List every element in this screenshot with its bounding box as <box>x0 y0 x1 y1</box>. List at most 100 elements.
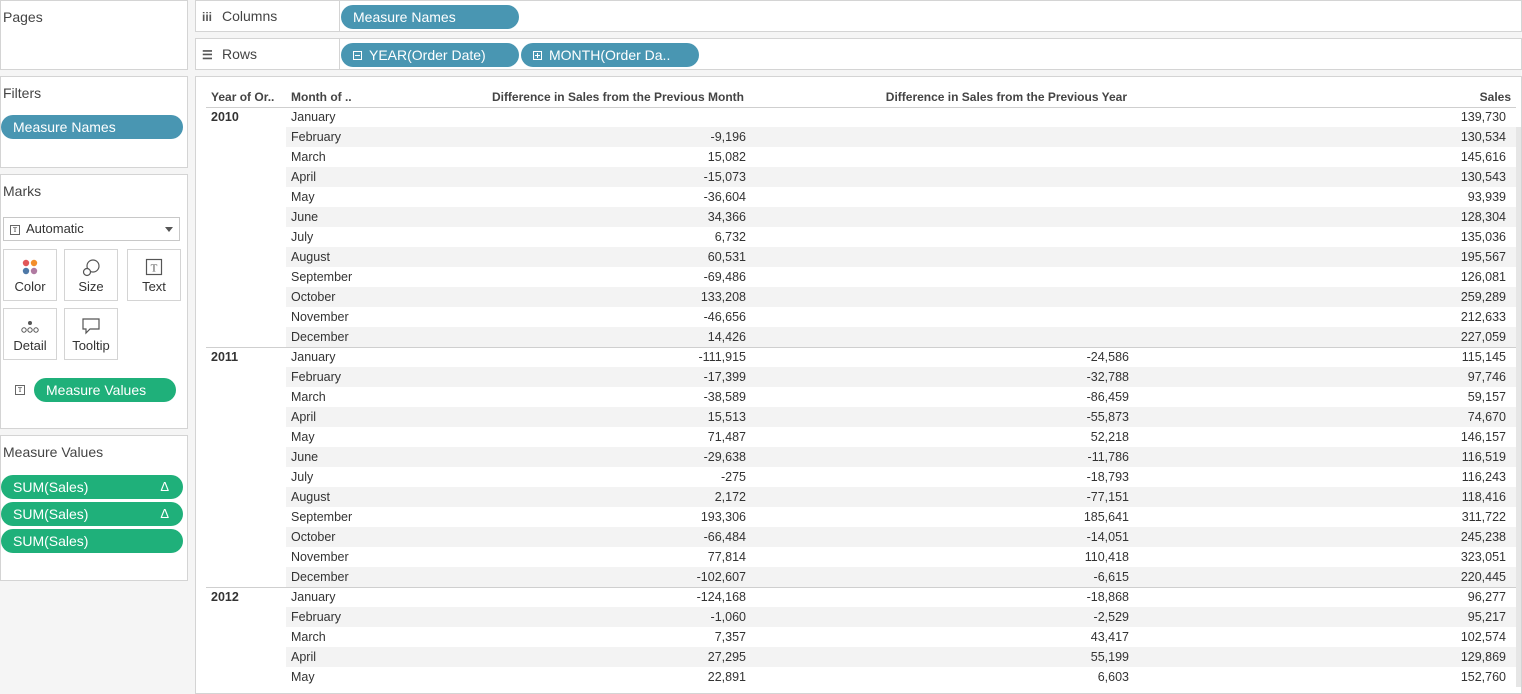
table-row[interactable]: April -15,073 130,543 <box>286 167 1516 187</box>
table-row[interactable]: May -36,604 93,939 <box>286 187 1516 207</box>
svg-text:T: T <box>151 263 158 275</box>
diff-year-cell: -18,793 <box>1086 470 1129 484</box>
diff-month-cell: 77,814 <box>707 550 746 564</box>
color-button[interactable]: Color <box>3 249 57 301</box>
detail-button[interactable]: Detail <box>3 308 57 360</box>
table-row[interactable]: April 15,513 -55,873 74,670 <box>286 407 1516 427</box>
table-row[interactable]: April 27,295 55,199 129,869 <box>286 647 1516 667</box>
marks-card: Marks T Automatic Color Size T Text Deta… <box>0 174 188 429</box>
table-row[interactable]: January -124,168 -18,868 96,277 <box>286 587 1516 607</box>
month-cell: November <box>291 310 349 324</box>
expand-icon[interactable] <box>533 51 542 60</box>
table-row[interactable]: February -9,196 130,534 <box>286 127 1516 147</box>
table-row[interactable]: October -66,484 -14,051 245,238 <box>286 527 1516 547</box>
vertical-scrollbar[interactable] <box>1516 127 1521 687</box>
month-cell: April <box>291 650 317 664</box>
measure-pill[interactable]: SUM(Sales) <box>1 529 183 553</box>
diff-month-cell: 133,208 <box>700 290 746 304</box>
sales-cell: 118,416 <box>1461 490 1506 504</box>
columns-icon: iii <box>202 10 213 24</box>
diff-year-cell: -6,615 <box>1093 570 1129 584</box>
diff-year-cell: -24,586 <box>1086 350 1129 364</box>
table-row[interactable]: February -1,060 -2,529 95,217 <box>286 607 1516 627</box>
sales-cell: 116,519 <box>1461 450 1506 464</box>
table-row[interactable]: November 77,814 110,418 323,051 <box>286 547 1516 567</box>
table-row[interactable]: March 15,082 145,616 <box>286 147 1516 167</box>
table-row[interactable]: July -275 -18,793 116,243 <box>286 467 1516 487</box>
filters-card: Filters Measure Names <box>0 76 188 168</box>
table-row[interactable]: June 34,366 128,304 <box>286 207 1516 227</box>
table-row[interactable]: July 6,732 135,036 <box>286 227 1516 247</box>
table-row[interactable]: November -46,656 212,633 <box>286 307 1516 327</box>
diff-month-cell: -275 <box>720 470 746 484</box>
sales-cell: 220,445 <box>1460 570 1506 584</box>
diff-month-cell: 193,306 <box>700 510 746 524</box>
sales-cell: 130,543 <box>1460 170 1506 184</box>
diff-month-cell: -66,484 <box>703 530 746 544</box>
table-row[interactable]: January 139,730 <box>286 107 1516 127</box>
table-row[interactable]: May 71,487 52,218 146,157 <box>286 427 1516 447</box>
year-label: 2012 <box>211 590 239 604</box>
rows-pill-month[interactable]: MONTH(Order Da.. <box>521 43 699 67</box>
chevron-down-icon <box>165 227 173 232</box>
columns-pill-measure-names[interactable]: Measure Names <box>341 5 519 29</box>
diff-year-cell: -14,051 <box>1086 530 1129 544</box>
table-row[interactable]: May 22,891 6,603 152,760 <box>286 667 1516 687</box>
sales-cell: 152,760 <box>1460 670 1506 684</box>
diff-month-cell: -111,915 <box>698 350 747 364</box>
table-row[interactable]: March 7,357 43,417 102,574 <box>286 627 1516 647</box>
header-diff-month[interactable]: Difference in Sales from the Previous Mo… <box>492 90 744 104</box>
table-row[interactable]: February -17,399 -32,788 97,746 <box>286 367 1516 387</box>
sales-cell: 311,722 <box>1461 510 1506 524</box>
rows-pill-year-label: YEAR(Order Date) <box>369 47 486 63</box>
columns-label-text: Columns <box>222 8 278 24</box>
table-row[interactable]: August 60,531 195,567 <box>286 247 1516 267</box>
month-cell: July <box>291 470 314 484</box>
measure-pill-label: SUM(Sales) <box>13 479 89 495</box>
filters-title: Filters <box>3 85 42 101</box>
sales-cell: 74,670 <box>1467 410 1506 424</box>
measure-pill[interactable]: SUM(Sales) Δ <box>1 502 183 526</box>
table-row[interactable]: October 133,208 259,289 <box>286 287 1516 307</box>
diff-month-cell: 2,172 <box>714 490 746 504</box>
size-button[interactable]: Size <box>64 249 118 301</box>
text-button[interactable]: T Text <box>127 249 181 301</box>
month-cell: December <box>291 570 349 584</box>
table-row[interactable]: September -69,486 126,081 <box>286 267 1516 287</box>
table-row[interactable]: December -102,607 -6,615 220,445 <box>286 567 1516 587</box>
rows-pill-year[interactable]: YEAR(Order Date) <box>341 43 519 67</box>
rows-shelf-label: ☰ Rows <box>202 46 257 62</box>
header-sales[interactable]: Sales <box>1480 90 1511 104</box>
table-row[interactable]: December 14,426 227,059 <box>286 327 1516 347</box>
collapse-icon[interactable] <box>353 51 362 60</box>
tooltip-button[interactable]: Tooltip <box>64 308 118 360</box>
shelf-divider <box>339 1 340 31</box>
table-row[interactable]: September 193,306 185,641 311,722 <box>286 507 1516 527</box>
marks-pill-measure-values[interactable]: Measure Values <box>34 378 176 402</box>
measure-values-card: Measure Values SUM(Sales) Δ SUM(Sales) Δ… <box>0 435 188 581</box>
table-row[interactable]: June -29,638 -11,786 116,519 <box>286 447 1516 467</box>
sales-cell: 245,238 <box>1460 530 1506 544</box>
month-cell: October <box>291 290 336 304</box>
table-row[interactable]: August 2,172 -77,151 118,416 <box>286 487 1516 507</box>
mark-type-dropdown[interactable]: T Automatic <box>3 217 180 241</box>
table-row[interactable]: March -38,589 -86,459 59,157 <box>286 387 1516 407</box>
header-year[interactable]: Year of Or.. <box>211 90 274 104</box>
diff-year-cell: -18,868 <box>1086 590 1129 604</box>
diff-month-cell: -9,196 <box>710 130 746 144</box>
month-cell: July <box>291 230 314 244</box>
diff-month-cell: 6,732 <box>714 230 746 244</box>
filter-pill-measure-names[interactable]: Measure Names <box>1 115 183 139</box>
table-row[interactable]: January -111,915 -24,586 115,145 <box>286 347 1516 367</box>
month-cell: October <box>291 530 336 544</box>
pages-title: Pages <box>3 9 43 25</box>
diff-year-cell: -32,788 <box>1086 370 1129 384</box>
year-label: 2010 <box>211 110 239 124</box>
sales-cell: 93,939 <box>1467 190 1506 204</box>
header-month[interactable]: Month of .. <box>291 90 352 104</box>
detail-label: Detail <box>13 338 47 353</box>
month-cell: June <box>291 450 319 464</box>
measure-pill[interactable]: SUM(Sales) Δ <box>1 475 183 499</box>
header-diff-year[interactable]: Difference in Sales from the Previous Ye… <box>886 90 1127 104</box>
diff-month-cell: 15,082 <box>707 150 746 164</box>
